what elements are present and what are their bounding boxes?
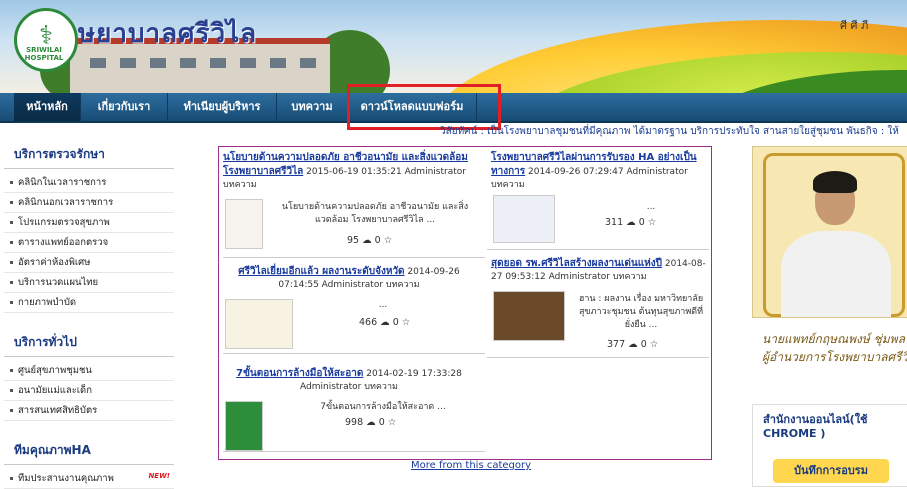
article-card: สุดยอด รพ.ศรีวิไลสร้างผลงานเด่นแห่งปี 20… [487, 257, 709, 358]
online-office-title: สำนักงานออนไลน์(ใช้ CHROME ) [763, 413, 868, 440]
nav-executives[interactable]: ทำเนียบผู้บริหาร [168, 93, 277, 121]
article-card: ศรีวิไลเยี่ยมอีกแล้ว ผลงานระดับจังหวัด 2… [223, 265, 485, 354]
hospital-logo[interactable]: ⚕ [14, 8, 78, 72]
general-menu: ศูนย์สุขภาพชุมชน อนามัยแม่และเด็ก สารสนเ… [0, 361, 178, 421]
corner-text: ศี ศี ภี [840, 19, 869, 32]
comment-count: 0 [638, 217, 645, 228]
comment-count: 0 [392, 317, 399, 328]
article-thumbnail[interactable] [225, 199, 263, 249]
more-from-category-link[interactable]: More from this category [411, 460, 531, 471]
site-banner: ษยาบาลศรีวิไล ⚕ SRIWILAI HOSPITAL ศี ศี … [0, 0, 907, 93]
comment-icon: ☁ [628, 339, 638, 350]
menu-item[interactable]: คลินิกในเวลาราชการ [4, 173, 174, 193]
director-name: นายแพทย์กฤษณพงษ์ ชุ่มพล [762, 332, 905, 346]
nav-download-forms[interactable]: ดาวน์โหลดแบบฟอร์ม [348, 93, 477, 121]
star-icon[interactable]: ☆ [648, 217, 657, 228]
logo-caption: SRIWILAI HOSPITAL [24, 46, 64, 62]
star-icon[interactable]: ☆ [650, 339, 659, 350]
left-sidebar: บริการตรวจรักษา คลินิกในเวลาราชการ คลินิ… [0, 137, 178, 489]
director-title: ผู้อำนวยการโรงพยาบาลศรีวิไล [762, 350, 907, 364]
view-count: 311 [605, 217, 624, 228]
section-title: ทีมคุณภาพHA [4, 433, 174, 465]
director-portrait [752, 146, 907, 318]
right-sidebar: นายแพทย์กฤษณพงษ์ ชุ่มพล ผู้อำนวยการโรงพย… [752, 146, 907, 487]
article-card: นโยบายด้านความปลอดภัย อาชีวอนามัย และสิ่… [223, 151, 485, 258]
comment-icon: ☁ [366, 417, 376, 428]
menu-item[interactable]: อนามัยแม่และเด็ก [4, 381, 174, 401]
comment-count: 0 [640, 339, 647, 350]
article-title-link[interactable]: 7ขั้นตอนการล้างมือให้สะอาด [236, 368, 363, 379]
menu-item[interactable]: บริการนวดแผนไทย [4, 273, 174, 293]
menu-item[interactable]: ตารางแพทย์ออกตรวจ [4, 233, 174, 253]
nav-about[interactable]: เกี่ยวกับเรา [81, 93, 168, 121]
view-count: 998 [345, 417, 364, 428]
menu-item[interactable]: กายภาพบำบัด [4, 293, 174, 313]
article-title-link[interactable]: ศรีวิไลเยี่ยมอีกแล้ว ผลงานระดับจังหวัด [238, 266, 404, 277]
section-title: บริการทั่วไป [4, 325, 174, 357]
menu-item[interactable]: สารสนเทศสิทธิบัตร [4, 401, 174, 421]
comment-icon: ☁ [380, 317, 390, 328]
view-count: 466 [359, 317, 378, 328]
menu-item[interactable]: ทีมประสานงานคุณภาพ NEW! [4, 469, 174, 489]
nav-home[interactable]: หน้าหลัก [14, 93, 81, 121]
article-card: 7ขั้นตอนการล้างมือให้สะอาด 2014-02-19 17… [223, 367, 485, 452]
article-thumbnail[interactable] [225, 401, 263, 451]
ha-menu: ทีมประสานงานคุณภาพ NEW! [0, 469, 178, 489]
star-icon[interactable]: ☆ [384, 235, 393, 246]
article-title-link[interactable]: สุดยอด รพ.ศรีวิไลสร้างผลงานเด่นแห่งปี [491, 258, 662, 269]
view-count: 95 [347, 235, 360, 246]
star-icon[interactable]: ☆ [388, 417, 397, 428]
comment-count: 0 [378, 417, 385, 428]
menu-item[interactable]: คลินิกนอกเวลาราชการ [4, 193, 174, 213]
nav-articles[interactable]: บทความ [277, 93, 348, 121]
online-office-box: สำนักงานออนไลน์(ใช้ CHROME ) บันทึกการอบ… [752, 404, 907, 487]
view-count: 377 [607, 339, 626, 350]
site-title: ษยาบาลศรีวิไล [78, 19, 258, 49]
menu-item[interactable]: ศูนย์สุขภาพชุมชน [4, 361, 174, 381]
article-intro: 7ขั้นตอนการล้างมือให้สะอาด ... [320, 402, 446, 412]
article-grid: นโยบายด้านความปลอดภัย อาชีวอนามัย และสิ่… [218, 146, 712, 460]
article-thumbnail[interactable] [493, 291, 565, 341]
section-title: บริการตรวจรักษา [4, 137, 174, 169]
article-intro: นโยบายด้านความปลอดภัย อาชีวอนามัย และสิ่… [281, 202, 469, 225]
service-menu: คลินิกในเวลาราชการ คลินิกนอกเวลาราชการ โ… [0, 173, 178, 313]
menu-item[interactable]: อัตราค่าห้องพิเศษ [4, 253, 174, 273]
article-card: โรงพยาบาลศรีวิไลผ่านการรับรอง HA อย่างเป… [487, 151, 709, 250]
star-icon[interactable]: ☆ [402, 317, 411, 328]
comment-count: 0 [374, 235, 381, 246]
new-badge: NEW! [148, 472, 170, 480]
article-intro: ... [646, 202, 656, 212]
comment-icon: ☁ [362, 235, 372, 246]
training-record-button[interactable]: บันทึกการอบรม [773, 459, 889, 483]
article-thumbnail[interactable] [225, 299, 293, 349]
article-thumbnail[interactable] [493, 195, 555, 243]
article-intro: ฮาน : ผลงาน เรื่อง มหาวิทยาลัยสุขภาวะชุม… [578, 294, 704, 330]
article-intro: ... [378, 300, 388, 310]
marquee-ticker: วิสัยทัศน์ : เป็นโรงพยาบาลชุมชนที่มีคุณภ… [440, 126, 899, 137]
comment-icon: ☁ [626, 217, 636, 228]
menu-item[interactable]: โปรแกรมตรวจสุขภาพ [4, 213, 174, 233]
main-nav: หน้าหลัก เกี่ยวกับเรา ทำเนียบผู้บริหาร บ… [0, 93, 907, 123]
